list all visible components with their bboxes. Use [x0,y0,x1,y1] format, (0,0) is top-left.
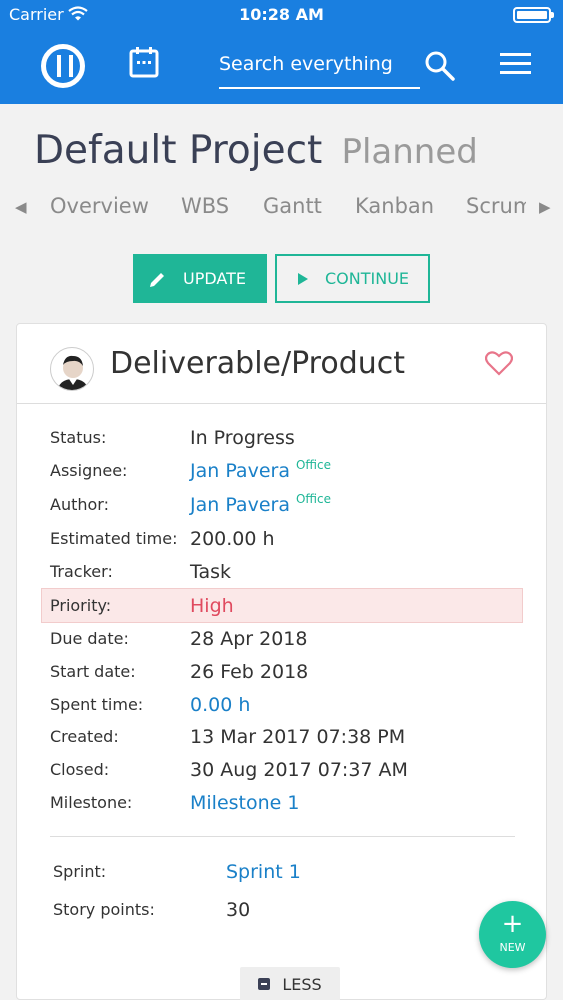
priority-label: Priority: [50,596,112,615]
clock: 10:28 AM [239,5,324,24]
update-label: UPDATE [183,269,246,288]
heart-icon[interactable] [485,351,513,376]
menu-icon[interactable] [500,53,531,77]
project-title-row: Default Project Planned [34,128,478,173]
spent-time-link[interactable]: 0.00 h [190,694,250,716]
tab-gantt[interactable]: Gantt [263,194,322,218]
new-label: NEW [499,941,526,954]
assignee-link[interactable]: Jan Pavera [190,460,290,482]
milestone-label: Milestone: [50,793,133,812]
less-label: LESS [282,974,322,994]
continue-button[interactable]: CONTINUE [275,254,430,303]
project-tabs: ◀ Overview WBS Gantt Kanban Scrum ▶ [0,192,563,224]
plus-icon: + [501,909,524,939]
sprint-label: Sprint: [53,862,107,881]
due-date-label: Due date: [50,629,129,648]
due-date-value: 28 Apr 2018 [190,628,308,650]
top-bar: Carrier 10:28 AM Search everything [0,0,563,104]
start-date-label: Start date: [50,662,136,681]
status-value: In Progress [190,427,295,449]
priority-value: High [190,595,234,617]
assignee-label: Assignee: [50,461,128,480]
new-fab-button[interactable]: + NEW [479,901,546,968]
story-points-value: 30 [226,899,251,921]
priority-highlight [41,588,523,623]
task-card: Deliverable/Product Status: In Progress … [16,323,547,1000]
card-title: Deliverable/Product [110,346,406,381]
project-state: Planned [341,132,478,172]
divider [50,836,515,837]
pencil-icon [150,272,164,287]
closed-label: Closed: [50,760,110,779]
estimated-time-label: Estimated time: [50,529,178,548]
status-bar: Carrier 10:28 AM [0,0,563,30]
update-button[interactable]: UPDATE [133,254,267,303]
app-logo-icon[interactable] [41,44,85,88]
card-header: Deliverable/Product [17,324,546,404]
closed-value: 30 Aug 2017 07:37 AM [190,759,408,781]
spent-time-label: Spent time: [50,695,144,714]
tracker-label: Tracker: [50,562,113,581]
created-value: 13 Mar 2017 07:38 PM [190,726,406,748]
story-points-label: Story points: [53,900,155,919]
battery-icon [513,7,554,23]
status-label: Status: [50,428,107,447]
tab-scrum[interactable]: Scrum [466,194,526,218]
search-icon[interactable] [424,50,456,82]
sprint-link[interactable]: Sprint 1 [226,861,301,883]
tab-overview[interactable]: Overview [50,194,149,218]
collapse-icon [258,978,271,990]
tabs-scroll-left-icon[interactable]: ◀ [15,198,27,216]
tabs-scroll-right-icon[interactable]: ▶ [537,198,551,216]
continue-label: CONTINUE [325,269,410,288]
estimated-time-value: 200.00 h [190,528,275,550]
calendar-icon[interactable] [129,46,159,78]
tab-wbs[interactable]: WBS [181,194,229,218]
author-label: Author: [50,495,109,514]
author-tag: Office [295,492,331,506]
avatar [50,347,94,391]
assignee-tag: Office [295,458,331,472]
author-link[interactable]: Jan Pavera [190,494,290,516]
search-input[interactable]: Search everything [219,48,420,89]
tab-kanban[interactable]: Kanban [355,194,434,218]
less-button[interactable]: LESS [240,967,340,1000]
start-date-value: 26 Feb 2018 [190,661,309,683]
play-icon [298,272,308,285]
project-name: Default Project [34,128,323,173]
created-label: Created: [50,727,119,746]
tracker-value: Task [190,561,232,583]
milestone-link[interactable]: Milestone 1 [190,792,299,814]
